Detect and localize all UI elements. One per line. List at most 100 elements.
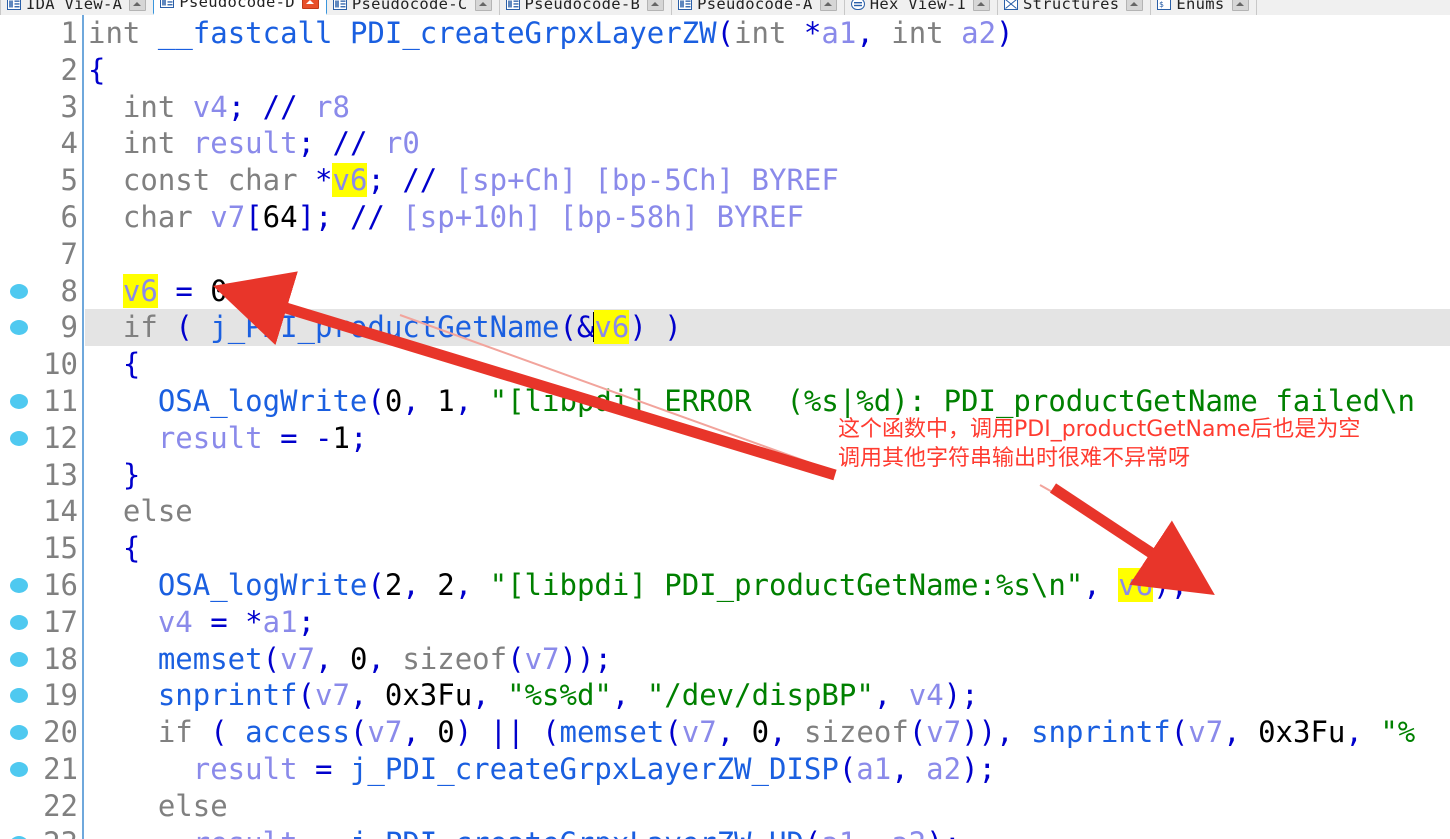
code-line-15[interactable]: 15 { <box>0 530 1450 567</box>
line-background <box>85 52 1450 89</box>
code-line-16[interactable]: 16 OSA_logWrite(2, 2, "[libpdi] PDI_prod… <box>0 566 1450 604</box>
line-text: int v4; // r8 <box>122 89 350 124</box>
line-text: result = -1; <box>157 420 368 455</box>
tab-hex-view-1[interactable]: Hex View-1 <box>843 0 999 15</box>
tab-pseudocode-a[interactable]: Pseudocode-A <box>671 0 845 15</box>
line-text: char v7[64]; // [sp+10h] [bp-58h] BYREF <box>122 199 804 234</box>
breakpoint-dot-icon[interactable] <box>10 725 28 741</box>
code-line-2[interactable]: 2{ <box>0 51 1450 89</box>
code-line-1[interactable]: 1 int __fastcall PDI_createGrpxLayerZW(in… <box>0 15 1450 52</box>
line-text: snprintf(v7, 0x3Fu, "%s%d", "/dev/dispBP… <box>157 678 979 713</box>
pseudocode-icon <box>505 0 520 10</box>
code-line-19[interactable]: 19 snprintf(v7, 0x3Fu, "%s%d", "/dev/dis… <box>0 677 1450 715</box>
enums-icon: $ <box>1157 0 1172 10</box>
breakpoint-dot-icon[interactable] <box>10 614 28 630</box>
tab-close-icon[interactable] <box>973 0 991 11</box>
code-line-5[interactable]: 5 const char *v6; // [sp+Ch] [bp-5Ch] BY… <box>0 162 1450 199</box>
code-line-9[interactable]: 9 if ( j_PDI_productGetName(&v6) ) <box>0 309 1450 347</box>
line-number: 19 <box>43 678 78 713</box>
tab-label: Pseudocode-D <box>179 0 295 11</box>
gutter-separator <box>82 235 84 273</box>
code-line-11[interactable]: 11 OSA_logWrite(0, 1, "[libpdi] ERROR (%… <box>0 382 1450 420</box>
breakpoint-dot-icon[interactable] <box>10 761 28 777</box>
code-line-18[interactable]: 18 memset(v7, 0, sizeof(v7)); <box>0 640 1450 678</box>
tab-label: Enums <box>1176 0 1225 13</box>
line-text: const char *v6; // [sp+Ch] [bp-5Ch] BYRE… <box>122 163 839 198</box>
gutter-separator <box>82 493 84 531</box>
tab-label: Structures <box>1023 0 1120 13</box>
code-line-22[interactable]: 22 else <box>0 787 1450 825</box>
tab-pseudocode-c[interactable]: Pseudocode-C <box>325 0 500 15</box>
code-line-17[interactable]: 17 v4 = *a1; <box>0 603 1450 641</box>
line-text: OSA_logWrite(0, 1, "[libpdi] ERROR (%s|%… <box>157 383 1415 418</box>
code-line-8[interactable]: 8 v6 = 0; <box>0 272 1450 310</box>
gutter-separator <box>82 640 84 678</box>
line-number: 7 <box>60 236 78 271</box>
tab-close-icon[interactable] <box>1126 0 1144 11</box>
breakpoint-dot-icon[interactable] <box>10 283 28 299</box>
code-line-6[interactable]: 6 char v7[64]; // [sp+10h] [bp-58h] BYRE… <box>0 198 1450 236</box>
gutter-separator <box>82 456 84 494</box>
line-number: 13 <box>43 457 78 492</box>
tab-label: Hex View-1 <box>869 0 967 13</box>
line-text: v6 = 0; <box>122 273 246 308</box>
breakpoint-dot-icon[interactable] <box>10 320 28 336</box>
line-number: 5 <box>60 163 78 198</box>
gutter-separator <box>82 125 84 163</box>
tab-label: IDA View-A <box>26 0 123 13</box>
tab-close-icon[interactable] <box>1231 0 1249 11</box>
line-number: 11 <box>43 383 78 418</box>
code-line-20[interactable]: 20 if ( access(v7, 0) || (memset(v7, 0, … <box>0 714 1450 751</box>
tab-close-icon[interactable] <box>819 0 837 11</box>
code-line-12[interactable]: 12 result = -1; <box>0 419 1450 457</box>
gutter-separator <box>82 309 84 347</box>
tab-structures[interactable]: Structures <box>997 0 1152 15</box>
breakpoint-dot-icon[interactable] <box>10 688 28 704</box>
breakpoint-dot-icon[interactable] <box>10 577 28 593</box>
tab-close-icon[interactable] <box>474 0 492 11</box>
line-background <box>85 346 1450 383</box>
gutter-separator <box>82 88 84 126</box>
line-number: 4 <box>60 126 78 161</box>
tab-close-icon[interactable] <box>301 0 319 9</box>
line-number: 3 <box>60 89 78 124</box>
breakpoint-dot-icon[interactable] <box>10 835 28 839</box>
gutter-separator <box>82 603 84 641</box>
line-background <box>85 236 1450 273</box>
tab-label: Pseudocode-A <box>697 0 813 13</box>
breakpoint-dot-icon[interactable] <box>10 393 28 409</box>
line-text: int result; // r0 <box>122 126 420 161</box>
tab-label: Pseudocode-C <box>351 0 468 13</box>
line-text: { <box>122 531 141 566</box>
gutter-separator <box>82 419 84 457</box>
tab-pseudocode-d[interactable]: Pseudocode-D <box>153 0 327 15</box>
gutter-separator <box>82 677 84 715</box>
line-text: if ( access(v7, 0) || (memset(v7, 0, siz… <box>157 715 1416 750</box>
tab-pseudocode-b[interactable]: Pseudocode-B <box>498 0 673 15</box>
code-line-21[interactable]: 21 result = j_PDI_createGrpxLayerZW_DISP… <box>0 750 1450 788</box>
pseudocode-icon <box>160 0 175 8</box>
gutter-separator <box>82 530 84 567</box>
gutter-separator <box>82 750 84 788</box>
breakpoint-dot-icon[interactable] <box>10 651 28 667</box>
tab-enums[interactable]: $ Enums <box>1150 0 1257 15</box>
code-line-14[interactable]: 14 else <box>0 493 1450 531</box>
breakpoint-dot-icon[interactable] <box>10 430 28 446</box>
code-line-7[interactable]: 7 <box>0 235 1450 273</box>
tab-close-icon[interactable] <box>129 0 147 11</box>
code-line-3[interactable]: 3 int v4; // r8 <box>0 88 1450 126</box>
code-line-13[interactable]: 13 } <box>0 456 1450 494</box>
tab-label: Pseudocode-B <box>524 0 641 13</box>
gutter-separator <box>82 824 84 839</box>
line-number: 16 <box>43 567 78 602</box>
code-line-23[interactable]: 23 result = j_PDI_createGrpxLayerZW_HD(a… <box>0 824 1450 839</box>
tab-ida-view-a[interactable]: IDA View-A <box>0 0 155 15</box>
pseudocode-editor[interactable]: 1 int __fastcall PDI_createGrpxLayerZW(in… <box>0 15 1450 839</box>
line-number: 6 <box>60 199 78 234</box>
tab-close-icon[interactable] <box>647 0 665 11</box>
line-background <box>85 493 1450 530</box>
line-number: 18 <box>43 641 78 676</box>
line-number: 21 <box>43 751 78 786</box>
code-line-10[interactable]: 10 { <box>0 346 1450 383</box>
code-line-4[interactable]: 4 int result; // r0 <box>0 125 1450 163</box>
